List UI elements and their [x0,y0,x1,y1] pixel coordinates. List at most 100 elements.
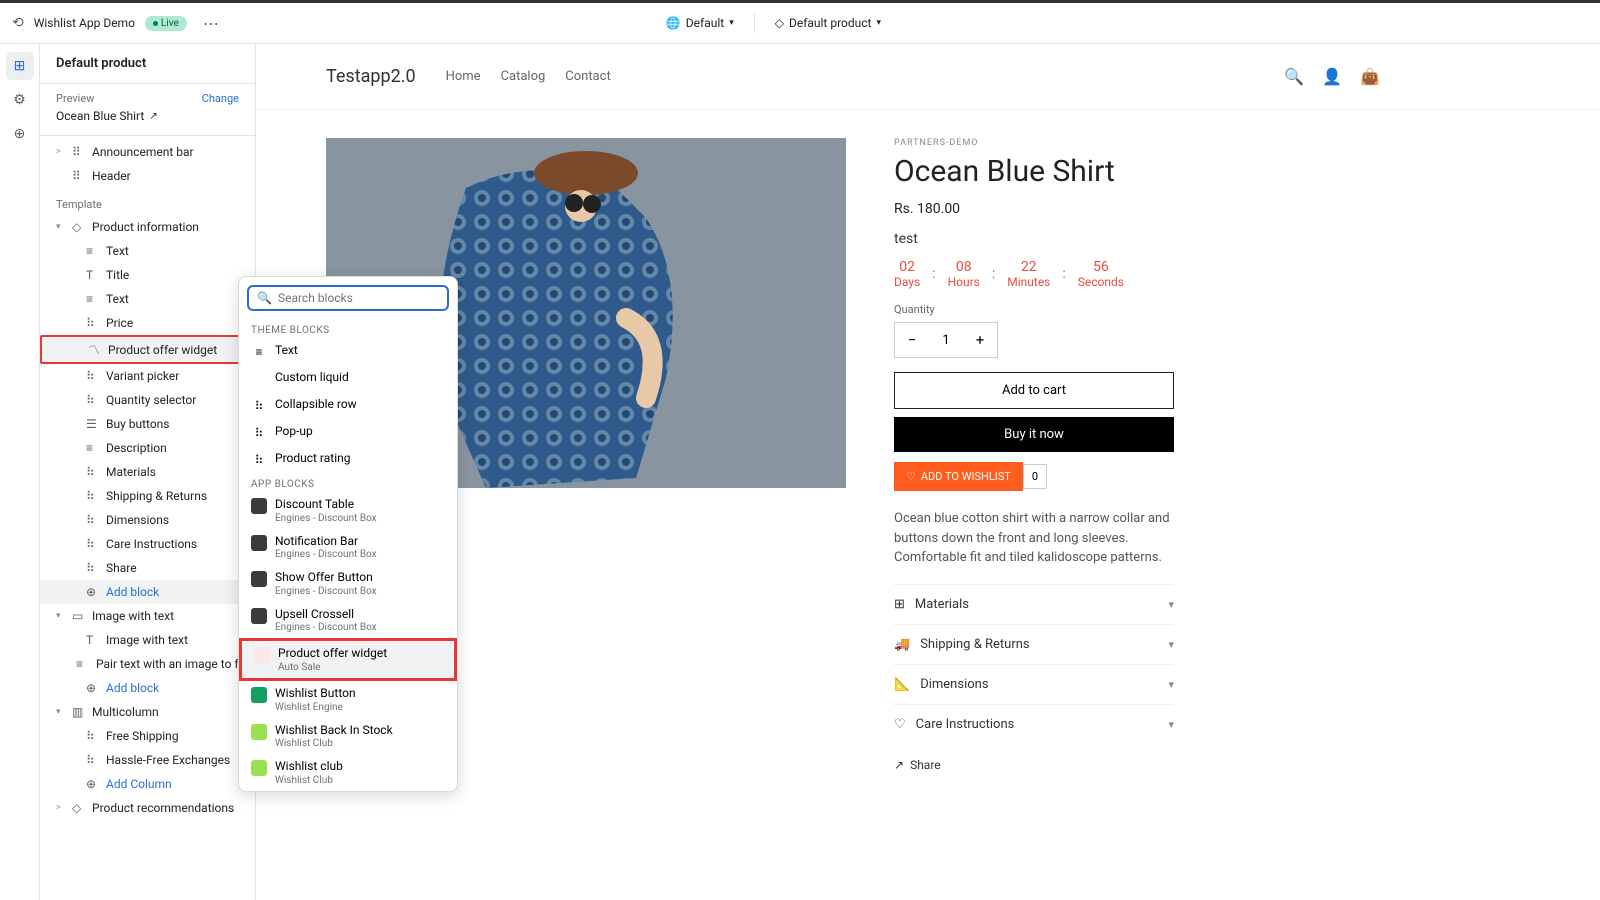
app-blocks-label: APP BLOCKS [239,473,457,492]
block-icon: ⊕ [86,777,100,791]
tree-row[interactable]: ⠷Materials [40,460,255,484]
share-link[interactable]: ↗Share [894,758,1174,772]
tree-row[interactable]: TTitle [40,263,255,287]
popup-item[interactable]: Product offer widgetAuto Sale [239,638,457,681]
tree-row-label: Care Instructions [106,537,197,551]
tree-row[interactable]: >⠿Announcement bar [40,140,255,164]
tree-row[interactable]: ≡Description [40,436,255,460]
buy-now-button[interactable]: Buy it now [894,417,1174,452]
qty-minus-button[interactable]: − [895,323,929,357]
qty-plus-button[interactable]: + [963,323,997,357]
popup-item[interactable]: Wishlist Back In StockWishlist Club [239,718,457,755]
vendor-label: PARTNERS-DEMO [894,138,1174,148]
tree-row[interactable]: ≡Text [40,287,255,311]
cart-icon[interactable]: 👜 [1360,67,1380,86]
preview-product-link[interactable]: Ocean Blue Shirt ↗ [56,109,239,123]
accordion-row[interactable]: 🚚Shipping & Returns▾ [894,624,1174,664]
popup-item[interactable]: Discount TableEngines - Discount Box [239,492,457,529]
popup-item[interactable]: Upsell CrossellEngines - Discount Box [239,602,457,639]
tree-row[interactable]: ≡Pair text with an image to fo... [40,652,255,676]
accordion-row[interactable]: ♡Care Instructions▾ [894,704,1174,744]
block-icon: ⠷ [86,513,100,527]
block-icon: ⠷ [86,465,100,479]
tree-row[interactable]: ⠷Dimensions [40,508,255,532]
app-icon [251,535,267,551]
add-to-wishlist-button[interactable]: ♡ADD TO WISHLIST [894,462,1023,491]
popup-item[interactable]: Custom liquid [239,365,457,392]
block-icon: ▥ [72,705,86,719]
tree-row[interactable]: ≡Text [40,239,255,263]
accordion-label: Care Instructions [916,717,1015,732]
block-icon: ⠷ [86,561,100,575]
popup-item-label: Wishlist Button [275,686,356,702]
tree-row[interactable]: ⠷Price [40,311,255,335]
tree-row[interactable]: ⊕Add block [40,676,255,700]
tree-row[interactable]: ⠿Header [40,164,255,188]
template-selector[interactable]: ◇ Default product ▾ [767,12,889,34]
tree-row-label: Variant picker [106,369,179,383]
tree-row[interactable]: >◇Product recommendations [40,796,255,820]
accordion-row[interactable]: 📐Dimensions▾ [894,664,1174,704]
tree-row[interactable]: ⠷Quantity selector [40,388,255,412]
theme-blocks-label: THEME BLOCKS [239,319,457,338]
locale-selector[interactable]: 🌐 Default ▾ [658,12,742,34]
popup-item[interactable]: ⠷Product rating [239,446,457,473]
popup-item-label: Product offer widget [278,646,387,662]
block-icon: ≡ [86,441,100,455]
app-name: Wishlist App Demo [34,16,135,30]
tree-row-label: Add block [106,681,159,695]
tree-row[interactable]: ⊕Add Column [40,772,255,796]
more-icon[interactable]: ⋯ [203,14,219,33]
preview-label: Preview [56,92,94,105]
popup-search-wrapper: 🔍 [247,285,449,311]
tree-row[interactable]: ⠷ Variant picker [40,364,255,388]
preview-block: Preview Change Ocean Blue Shirt ↗ [40,84,255,136]
popup-item-label: Text [275,343,298,359]
nav-link[interactable]: Home [446,69,481,84]
countdown-timer: 02Days : 08Hours : 22Minutes : 56Seconds [894,259,1174,289]
store-name: Testapp2.0 [326,66,416,87]
add-to-cart-button[interactable]: Add to cart [894,372,1174,409]
popup-item-label: Collapsible row [275,397,357,413]
popup-item[interactable]: ≡Text [239,338,457,365]
popup-item[interactable]: Wishlist ButtonWishlist Engine [239,681,457,718]
accordion-label: Shipping & Returns [920,637,1029,652]
popup-item[interactable]: Show Offer ButtonEngines - Discount Box [239,565,457,602]
tree-row[interactable]: ⠷Share [40,556,255,580]
popup-item[interactable]: ⠷Pop-up [239,419,457,446]
tree-row[interactable]: 〽Product offer widget [40,335,255,364]
divider [754,13,755,33]
back-icon[interactable]: ⟲ [12,15,24,31]
popup-item[interactable]: Wishlist clubWishlist Club [239,754,457,791]
accordion-row[interactable]: ⊞Materials▾ [894,584,1174,624]
section-tree: >⠿Announcement bar⠿HeaderTemplate▾◇Produ… [40,136,255,824]
tree-row[interactable]: ▾▭Image with text [40,604,255,628]
rail-settings-icon[interactable]: ⚙ [6,86,34,114]
change-link[interactable]: Change [202,92,239,105]
popup-item[interactable]: ⠷Collapsible row [239,392,457,419]
nav-link[interactable]: Catalog [501,69,546,84]
search-input[interactable] [278,291,439,305]
rail-apps-icon[interactable]: ⊕ [6,120,34,148]
nav-link[interactable]: Contact [565,69,610,84]
tree-row[interactable]: TImage with text [40,628,255,652]
tree-row[interactable]: ⠷Free Shipping [40,724,255,748]
tree-row[interactable]: ☰Buy buttons [40,412,255,436]
search-icon[interactable]: 🔍 [1284,67,1304,86]
wishlist-count: 0 [1023,464,1047,489]
tree-row[interactable]: ▾▥Multicolumn [40,700,255,724]
globe-icon: 🌐 [666,16,681,30]
tree-row[interactable]: ⠷Hassle-Free Exchanges [40,748,255,772]
popup-item-label: Product rating [275,451,351,467]
popup-item[interactable]: Notification BarEngines - Discount Box [239,529,457,566]
block-icon: T [86,268,100,282]
account-icon[interactable]: 👤 [1322,67,1342,86]
block-icon: ⠷ [86,537,100,551]
app-icon [251,687,267,703]
tree-row[interactable]: ⠷Shipping & Returns [40,484,255,508]
tree-row[interactable]: ⊕Add block [40,580,255,604]
rail-sections-icon[interactable]: ⊞ [6,52,34,80]
tree-row[interactable]: ▾◇Product information [40,215,255,239]
tree-row[interactable]: ⠷ Care Instructions [40,532,255,556]
block-icon: ⠷ [86,369,100,383]
